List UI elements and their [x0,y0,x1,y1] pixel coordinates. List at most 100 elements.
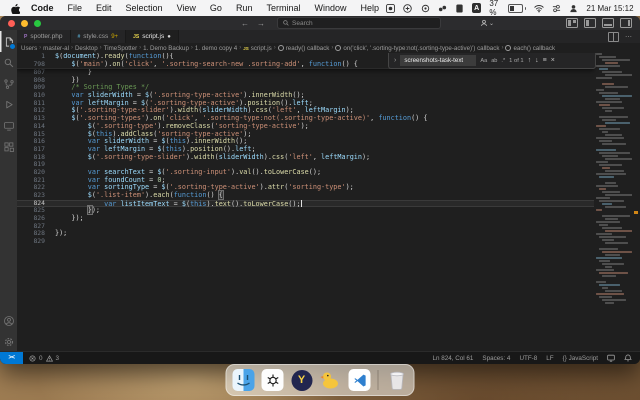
code-line[interactable]: 825 }); [17,205,594,216]
match-case-icon[interactable]: Aa [480,58,487,64]
activity-source-control-icon[interactable] [0,73,17,94]
menu-item-window[interactable]: Window [307,3,353,13]
menu-bar-clock[interactable]: 21 Mar 15:12 [586,4,633,13]
minimap[interactable] [594,53,632,352]
user-switch-icon[interactable] [569,3,578,13]
tray-app-icon-2[interactable] [403,3,413,13]
menu-item-selection[interactable]: Selection [119,3,170,13]
tray-app-icon-3[interactable] [420,3,429,13]
menu-item-code[interactable]: Code [24,3,61,13]
activity-search-icon[interactable] [0,52,17,73]
remote-indicator[interactable]: >< [0,352,23,364]
apple-menu-icon[interactable] [10,3,20,14]
menu-item-file[interactable]: File [61,3,90,13]
code-editor[interactable]: 807 } 808 }) 809 /* Sorting Types */810 va… [17,53,640,352]
status-item--javascript[interactable]: {} JavaScript [563,355,598,362]
breadcrumb-label: ready() callback [285,44,330,52]
breadcrumb-item[interactable]: TimeSpotter [104,45,137,52]
close-window-button[interactable] [8,19,15,27]
code-line[interactable]: 828}); [17,230,594,238]
menu-item-run[interactable]: Run [229,3,260,13]
dock-app-y-browser[interactable]: Y [291,369,313,391]
code-line[interactable]: 823 $('.list-item').each(function() { [17,190,594,200]
input-source-icon[interactable]: A [472,3,482,13]
toggle-replace-icon[interactable]: › [394,57,396,64]
dock-app-finder[interactable] [232,369,255,391]
customize-layout-icon[interactable] [566,18,578,28]
breadcrumb-item[interactable]: each() callback [505,45,555,52]
find-next-icon[interactable]: ↓ [535,57,539,64]
menu-item-terminal[interactable]: Terminal [259,3,307,13]
tab-script-js[interactable]: JS script.js ● [126,30,179,43]
code-line[interactable]: 829 [17,237,594,246]
toggle-secondary-sidebar-icon[interactable] [620,18,632,28]
activity-explorer-icon[interactable] [0,31,17,52]
close-find-icon[interactable]: × [551,57,555,64]
status-item-spaces-4[interactable]: Spaces: 4 [482,355,510,362]
breadcrumb-item[interactable]: ready() callback [277,44,330,52]
breadcrumb-label: 1. Demo Backup [143,44,189,52]
status-item-utf-8[interactable]: UTF-8 [519,355,537,362]
breadcrumb-item[interactable]: on('click', '.sorting-type:not(.sorting-… [335,45,499,52]
breadcrumb-item[interactable]: Desktop [75,45,98,52]
toggle-panel-icon[interactable] [602,18,614,28]
notifications-bell-icon[interactable] [624,354,632,362]
code-line[interactable]: 818 $('.sorting-type-slider').width(slid… [17,153,594,162]
menu-item-view[interactable]: View [170,3,203,13]
whole-word-icon[interactable]: ab [491,58,497,64]
breadcrumb-item[interactable]: Users [21,45,37,52]
activity-run-debug-icon[interactable] [0,94,17,115]
navigate-forward-icon[interactable]: → [257,19,265,28]
code-line[interactable]: 824 var listItemText = $(this).text().to… [17,199,594,208]
tab-style-css[interactable]: # style.css 9+ [70,30,127,43]
tray-app-icon-4[interactable] [438,3,447,13]
control-center-icon[interactable] [552,3,561,13]
split-editor-icon[interactable] [608,31,619,42]
menu-item-help[interactable]: Help [353,3,386,13]
symbol-method-icon [505,45,512,51]
dock-trash[interactable] [386,369,408,391]
activity-extensions-icon[interactable] [0,136,17,157]
activity-account-icon[interactable] [0,310,17,331]
find-input[interactable] [400,55,477,66]
tab-spotter-php[interactable]: Pspotter.php [17,30,71,43]
overview-ruler[interactable] [632,53,640,352]
warnings-count: 3 [55,354,60,362]
activity-remote-explorer-icon[interactable] [0,115,17,136]
dock-app-cyberduck[interactable] [320,369,342,391]
tray-app-icon-5[interactable] [455,3,464,13]
editor-tab-bar: Pspotter.php # style.css 9+ JS script.js ● ⋯ [17,30,640,43]
profile-button[interactable]: ⌄ [480,19,494,27]
toggle-primary-sidebar-icon[interactable] [584,18,596,28]
warnings-icon[interactable] [45,354,53,362]
find-in-selection-icon[interactable]: ≡ [543,57,547,64]
code-line[interactable]: 827 [17,222,594,231]
modified-dot-icon[interactable]: ● [167,34,171,40]
minimize-window-button[interactable] [21,19,28,27]
menu-item-edit[interactable]: Edit [89,3,119,13]
breadcrumb-item[interactable]: JS script.js [243,45,272,52]
wifi-icon[interactable] [534,3,544,13]
more-actions-icon[interactable]: ⋯ [625,33,632,41]
regex-icon[interactable]: .* [501,58,505,64]
navigate-back-icon[interactable]: ← [241,19,249,28]
screencast-icon[interactable] [607,354,615,362]
activity-bar [0,30,17,352]
zoom-window-button[interactable] [34,19,41,27]
command-center-search[interactable]: Search [277,17,441,29]
errors-icon[interactable] [29,354,36,362]
code-line[interactable]: 826 }); [17,214,594,223]
tray-app-icon-1[interactable] [386,3,396,13]
activity-settings-icon[interactable] [0,331,17,352]
find-previous-icon[interactable]: ↑ [528,57,532,64]
breadcrumb-item[interactable]: master-al [43,45,69,52]
breadcrumb-item[interactable]: 1. Demo Backup [143,45,189,52]
code-line[interactable]: 807 } [17,68,594,77]
dock-app-chatgpt[interactable] [261,369,284,391]
status-item-ln-824-col-61[interactable]: Ln 824, Col 61 [432,355,473,362]
dock-app-vscode[interactable] [348,369,371,391]
breadcrumb-item[interactable]: 1. demo copy 4 [195,45,237,52]
status-item-lf[interactable]: LF [546,355,553,362]
menu-item-go[interactable]: Go [203,3,229,13]
battery-indicator[interactable]: 37 % [489,0,526,17]
